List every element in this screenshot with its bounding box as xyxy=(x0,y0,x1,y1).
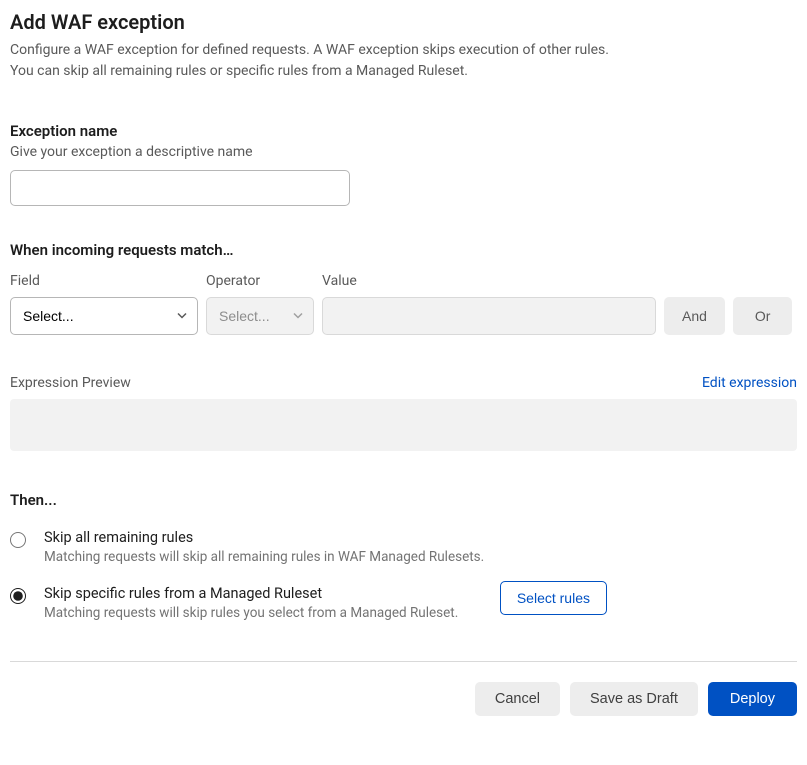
expression-preview-box xyxy=(10,399,797,451)
exception-name-heading: Exception name xyxy=(10,122,797,140)
expression-preview-label: Expression Preview xyxy=(10,375,131,391)
radio-skip-all-title: Skip all remaining rules xyxy=(44,529,797,546)
subtitle-line-1: Configure a WAF exception for defined re… xyxy=(10,42,609,58)
radio-skip-all-input[interactable] xyxy=(10,532,26,548)
then-radio-group: Skip all remaining rules Matching reques… xyxy=(10,529,797,621)
operator-select-value: Select... xyxy=(219,308,270,324)
radio-skip-specific[interactable]: Skip specific rules from a Managed Rules… xyxy=(10,585,797,621)
and-button[interactable]: And xyxy=(664,297,725,335)
field-label: Field xyxy=(10,273,198,289)
deploy-button[interactable]: Deploy xyxy=(708,682,797,716)
radio-skip-specific-title: Skip specific rules from a Managed Rules… xyxy=(44,585,797,602)
divider xyxy=(10,661,797,662)
save-draft-button[interactable]: Save as Draft xyxy=(570,682,698,716)
radio-skip-all-desc: Matching requests will skip all remainin… xyxy=(44,549,797,565)
or-button[interactable]: Or xyxy=(733,297,793,335)
then-heading: Then... xyxy=(10,491,797,509)
radio-skip-specific-desc: Matching requests will skip rules you se… xyxy=(44,605,797,621)
edit-expression-link[interactable]: Edit expression xyxy=(702,375,797,391)
radio-skip-all[interactable]: Skip all remaining rules Matching reques… xyxy=(10,529,797,565)
select-rules-button[interactable]: Select rules xyxy=(500,581,607,615)
exception-name-input[interactable] xyxy=(10,170,350,206)
footer-actions: Cancel Save as Draft Deploy xyxy=(10,682,797,716)
value-label: Value xyxy=(322,273,656,289)
match-row: Field Select... Operator Select... xyxy=(10,273,797,335)
exception-name-subtext: Give your exception a descriptive name xyxy=(10,144,797,160)
operator-label: Operator xyxy=(206,273,314,289)
match-heading: When incoming requests match… xyxy=(10,241,797,259)
field-select[interactable]: Select... xyxy=(10,297,198,335)
radio-skip-specific-input[interactable] xyxy=(10,588,26,604)
value-input[interactable] xyxy=(322,297,656,335)
subtitle-line-2: You can skip all remaining rules or spec… xyxy=(10,63,468,79)
page-subtitle: Configure a WAF exception for defined re… xyxy=(10,40,797,82)
operator-select[interactable]: Select... xyxy=(206,297,314,335)
page-title: Add WAF exception xyxy=(10,10,797,34)
field-select-value: Select... xyxy=(23,308,74,324)
cancel-button[interactable]: Cancel xyxy=(475,682,560,716)
